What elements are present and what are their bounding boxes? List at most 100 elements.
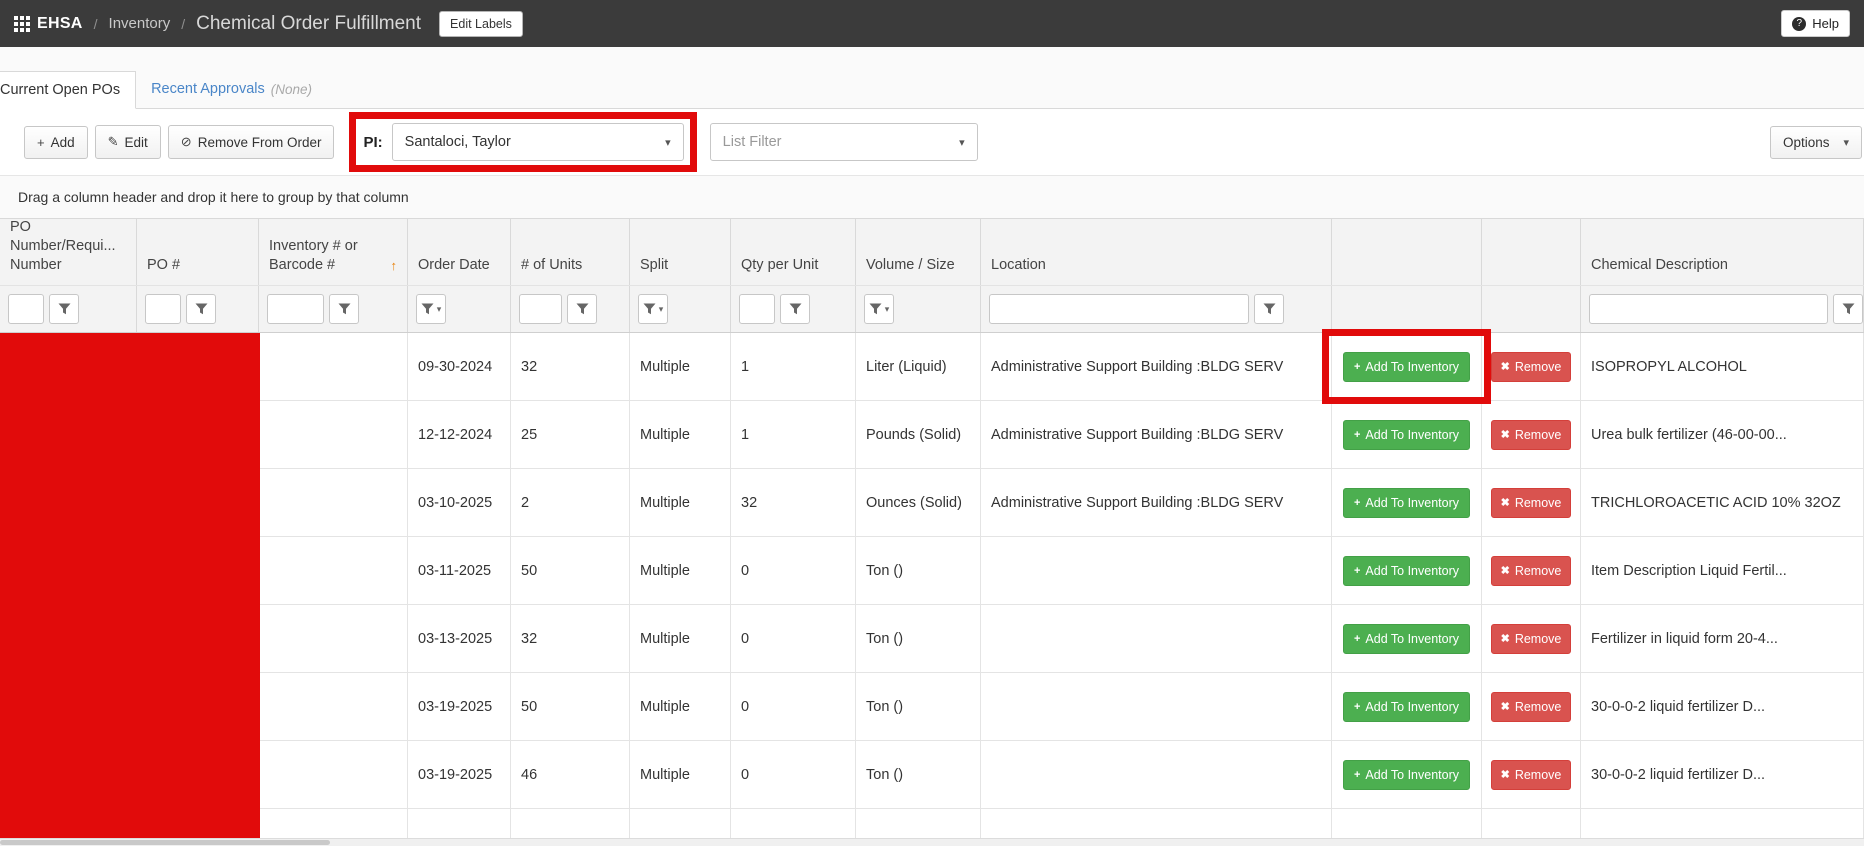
header-chemical-description[interactable]: Chemical Description <box>1581 219 1864 285</box>
table-row[interactable]: 09-30-2024 32 Multiple 1 Liter (Liquid) … <box>0 333 1864 401</box>
plus-icon: + <box>1354 497 1360 509</box>
chevron-down-icon: ▾ <box>665 136 671 149</box>
cell-split: Multiple <box>630 401 731 468</box>
header-order-date[interactable]: Order Date <box>408 219 511 285</box>
cell-volume-size: Ton () <box>856 605 981 672</box>
add-button[interactable]: + Add <box>24 126 88 159</box>
remove-button[interactable]: ✖ Remove <box>1491 556 1572 586</box>
cell-units: 50 <box>511 537 630 604</box>
add-to-inventory-button[interactable]: + Add To Inventory <box>1343 760 1470 790</box>
list-filter-dropdown[interactable]: List Filter ▾ <box>710 123 978 161</box>
cell-qty-per-unit: 1 <box>731 333 856 400</box>
filter-input-qty-per-unit[interactable] <box>739 294 775 324</box>
header-inventory-barcode[interactable]: Inventory # or Barcode # ↑ <box>259 219 408 285</box>
filter-funnel-button[interactable] <box>186 294 216 324</box>
filter-input-po-number[interactable] <box>8 294 44 324</box>
cell-split: Multiple <box>630 741 731 808</box>
add-to-inventory-button[interactable]: + Add To Inventory <box>1343 488 1470 518</box>
cell-inventory-barcode <box>259 673 408 740</box>
remove-button[interactable]: ✖ Remove <box>1491 488 1572 518</box>
horizontal-scrollbar[interactable] <box>0 838 1864 846</box>
tab-recent-approvals[interactable]: Recent Approvals (None) <box>136 70 327 108</box>
filter-input-po[interactable] <box>145 294 181 324</box>
table-row[interactable]: 03-13-2025 32 Multiple 0 Ton () + Add To… <box>0 605 1864 673</box>
filter-input-location[interactable] <box>989 294 1249 324</box>
filter-funnel-button[interactable] <box>1254 294 1284 324</box>
remove-button[interactable]: ✖ Remove <box>1491 420 1572 450</box>
filter-funnel-button[interactable] <box>49 294 79 324</box>
brand-wrap[interactable]: EHSA <box>14 15 83 33</box>
cell-add-action: + Add To Inventory <box>1332 605 1482 672</box>
help-button[interactable]: ? Help <box>1781 10 1850 37</box>
breadcrumb-inventory[interactable]: Inventory <box>109 15 171 32</box>
add-to-inventory-button[interactable]: + Add To Inventory <box>1343 692 1470 722</box>
close-icon: ✖ <box>1501 768 1510 781</box>
header-split[interactable]: Split <box>630 219 731 285</box>
chevron-down-icon: ▾ <box>437 304 442 315</box>
filter-funnel-button[interactable]: ▾ <box>416 294 446 324</box>
table-row[interactable]: 12-12-2024 25 Multiple 1 Pounds (Solid) … <box>0 401 1864 469</box>
edit-button[interactable]: ✎ Edit <box>95 125 161 159</box>
pi-label: PI: <box>363 134 382 151</box>
filter-funnel-button[interactable] <box>329 294 359 324</box>
add-to-inventory-button[interactable]: + Add To Inventory <box>1343 556 1470 586</box>
cell-chemical-description: ISOPROPYL ALCOHOL <box>1581 333 1864 400</box>
plus-icon: + <box>1354 701 1360 713</box>
add-to-inventory-button[interactable]: + Add To Inventory <box>1343 352 1470 382</box>
funnel-icon <box>789 303 802 315</box>
cell-order-date: 03-19-2025 <box>408 673 511 740</box>
cell-add-action: + Add To Inventory <box>1332 741 1482 808</box>
app-grid-icon <box>14 16 30 32</box>
sort-asc-icon: ↑ <box>391 258 398 275</box>
table-row[interactable]: 03-19-2025 46 Multiple 0 Ton () + Add To… <box>0 741 1864 809</box>
header-qty-per-unit[interactable]: Qty per Unit <box>731 219 856 285</box>
table-row[interactable]: 03-10-2025 2 Multiple 32 Ounces (Solid) … <box>0 469 1864 537</box>
edit-labels-button[interactable]: Edit Labels <box>439 11 523 37</box>
table-row[interactable]: 03-11-2025 50 Multiple 0 Ton () + Add To… <box>0 537 1864 605</box>
remove-button[interactable]: ✖ Remove <box>1491 352 1572 382</box>
header-location[interactable]: Location <box>981 219 1332 285</box>
cell-units: 32 <box>511 333 630 400</box>
cell-location: Administrative Support Building :BLDG SE… <box>981 401 1332 468</box>
filter-input-chemical-description[interactable] <box>1589 294 1828 324</box>
cell-inventory-barcode <box>259 401 408 468</box>
remove-button[interactable]: ✖ Remove <box>1491 760 1572 790</box>
header-add-column <box>1332 219 1482 285</box>
cell-remove-action: ✖ Remove <box>1482 537 1581 604</box>
header-units[interactable]: # of Units <box>511 219 630 285</box>
cell-qty-per-unit: 0 <box>731 673 856 740</box>
pi-dropdown[interactable]: Santaloci, Taylor ▾ <box>392 123 684 161</box>
tab-current-open-pos[interactable]: Current Open POs <box>0 71 136 109</box>
filter-input-inventory-barcode[interactable] <box>267 294 324 324</box>
filter-funnel-button[interactable] <box>780 294 810 324</box>
remove-button[interactable]: ✖ Remove <box>1491 692 1572 722</box>
header-po-number[interactable]: PO Number/Requi... Number <box>0 219 137 285</box>
header-po[interactable]: PO # <box>137 219 259 285</box>
remove-button[interactable]: ✖ Remove <box>1491 624 1572 654</box>
options-button[interactable]: Options ▾ <box>1770 126 1862 159</box>
group-by-bar[interactable]: Drag a column header and drop it here to… <box>0 175 1864 218</box>
filter-funnel-button[interactable]: ▾ <box>864 294 894 324</box>
filter-funnel-button[interactable] <box>1833 294 1863 324</box>
cell-qty-per-unit: 1 <box>731 401 856 468</box>
remove-from-order-button[interactable]: ⊘ Remove From Order <box>168 125 335 159</box>
cell-volume-size: Ounces (Solid) <box>856 469 981 536</box>
add-to-inventory-button[interactable]: + Add To Inventory <box>1343 624 1470 654</box>
filter-cell-qty-per-unit <box>731 286 856 332</box>
plus-icon: + <box>1354 429 1360 441</box>
funnel-icon <box>576 303 589 315</box>
filter-funnel-button[interactable]: ▾ <box>638 294 668 324</box>
cell-order-date: 03-10-2025 <box>408 469 511 536</box>
horizontal-scrollbar-thumb[interactable] <box>0 840 330 845</box>
cell-order-date: 03-19-2025 <box>408 741 511 808</box>
cell-chemical-description: TRICHLOROACETIC ACID 10% 32OZ <box>1581 469 1864 536</box>
chevron-down-icon: ▾ <box>959 136 965 149</box>
add-to-inventory-button[interactable]: + Add To Inventory <box>1343 420 1470 450</box>
cell-volume-size: Ton () <box>856 537 981 604</box>
filter-input-units[interactable] <box>519 294 562 324</box>
table-row[interactable]: 03-19-2025 50 Multiple 0 Ton () + Add To… <box>0 673 1864 741</box>
cell-units: 32 <box>511 605 630 672</box>
header-volume-size[interactable]: Volume / Size <box>856 219 981 285</box>
grid-filter-row: ▾ ▾ ▾ <box>0 285 1864 333</box>
filter-funnel-button[interactable] <box>567 294 597 324</box>
